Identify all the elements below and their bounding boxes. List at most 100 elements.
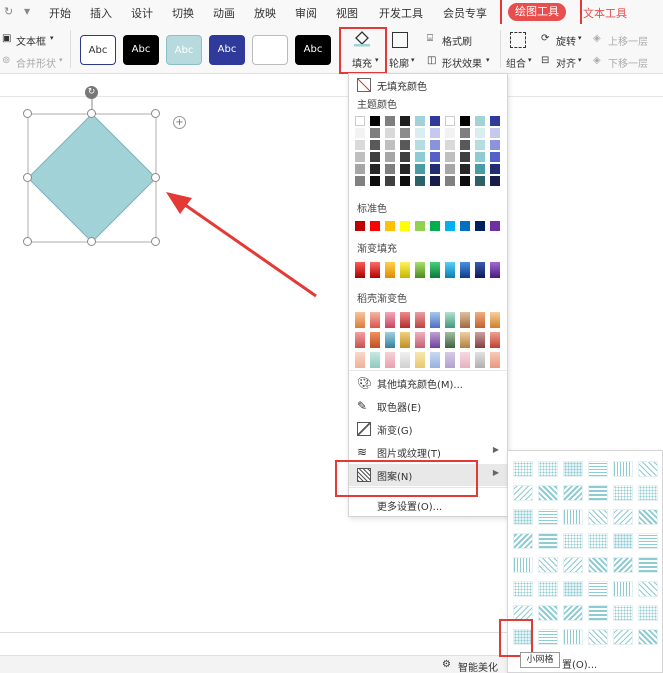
color-swatch[interactable] [385, 140, 395, 150]
add-shape-icon[interactable]: + [173, 116, 186, 129]
merge-shape-button[interactable]: 合并形状 [16, 55, 56, 70]
color-swatch[interactable] [385, 164, 395, 174]
color-swatch[interactable] [490, 164, 500, 174]
shell-gradient-swatch[interactable] [490, 352, 500, 368]
pattern-swatch[interactable] [513, 461, 533, 477]
color-swatch[interactable] [430, 116, 440, 126]
shell-gradient-swatch[interactable] [430, 312, 440, 328]
color-swatch[interactable] [385, 152, 395, 162]
pattern-swatch[interactable] [563, 581, 583, 597]
pattern-swatch[interactable] [638, 605, 658, 621]
resize-handle[interactable] [23, 173, 32, 182]
color-swatch[interactable] [355, 152, 365, 162]
color-swatch[interactable] [460, 140, 470, 150]
quick-access-dropdown-icon[interactable]: ▼ [24, 7, 30, 16]
color-swatch[interactable] [385, 116, 395, 126]
group-icon[interactable] [510, 32, 526, 48]
color-swatch[interactable] [370, 152, 380, 162]
resize-handle[interactable] [151, 109, 160, 118]
color-swatch[interactable] [415, 140, 425, 150]
menu-item-more-fill-colors[interactable]: 🎨︎ 其他填充颜色(M)... [349, 372, 507, 394]
color-swatch[interactable] [445, 116, 455, 126]
menu-item-no-fill[interactable]: 无填充颜色 [349, 74, 507, 96]
pattern-swatch[interactable] [638, 509, 658, 525]
pattern-swatch[interactable] [538, 509, 558, 525]
pattern-swatch[interactable] [588, 557, 608, 573]
color-swatch[interactable] [445, 221, 455, 231]
shell-gradient-swatch[interactable] [415, 352, 425, 368]
color-swatch[interactable] [475, 164, 485, 174]
color-swatch[interactable] [415, 176, 425, 186]
color-swatch[interactable] [475, 128, 485, 138]
gradient-swatch[interactable] [445, 262, 455, 278]
resize-handle[interactable] [151, 173, 160, 182]
gradient-swatch[interactable] [385, 262, 395, 278]
pattern-swatch[interactable] [538, 629, 558, 645]
menu-tab-developer[interactable]: 开发工具 [379, 5, 423, 21]
shape-style-swatch[interactable]: Abc [166, 35, 202, 65]
pattern-swatch[interactable] [513, 509, 533, 525]
gradient-swatch[interactable] [355, 262, 365, 278]
color-swatch[interactable] [490, 221, 500, 231]
menu-tab-review[interactable]: 审阅 [295, 5, 317, 21]
pattern-swatch[interactable] [613, 605, 633, 621]
menu-tab-design[interactable]: 设计 [131, 5, 153, 21]
align-dropdown-icon[interactable]: ▾ [578, 56, 582, 64]
color-swatch[interactable] [445, 128, 455, 138]
shell-gradient-swatch[interactable] [430, 352, 440, 368]
outline-icon[interactable] [392, 32, 408, 48]
pattern-swatch[interactable] [613, 461, 633, 477]
color-swatch[interactable] [445, 176, 455, 186]
shell-gradient-swatch[interactable] [400, 332, 410, 348]
pattern-swatch[interactable] [613, 557, 633, 573]
color-swatch[interactable] [415, 152, 425, 162]
resize-handle[interactable] [151, 237, 160, 246]
color-swatch[interactable] [355, 176, 365, 186]
color-swatch[interactable] [400, 116, 410, 126]
rotate-dropdown-icon[interactable]: ▾ [578, 34, 582, 42]
pattern-swatch[interactable] [613, 629, 633, 645]
menu-item-gradient[interactable]: 渐变(G) [349, 418, 507, 440]
color-swatch[interactable] [415, 116, 425, 126]
gradient-swatch[interactable] [370, 262, 380, 278]
shell-gradient-swatch[interactable] [445, 352, 455, 368]
shell-gradient-swatch[interactable] [355, 332, 365, 348]
pattern-swatch[interactable] [638, 557, 658, 573]
pattern-swatch[interactable] [638, 533, 658, 549]
shell-gradient-swatch[interactable] [400, 352, 410, 368]
rotate-handle-icon[interactable]: ↻ [85, 86, 98, 99]
color-swatch[interactable] [430, 128, 440, 138]
color-swatch[interactable] [460, 152, 470, 162]
pattern-swatch[interactable] [538, 557, 558, 573]
pattern-swatch[interactable] [588, 629, 608, 645]
pattern-swatch[interactable] [588, 581, 608, 597]
shape-effect-button[interactable]: 形状效果 [442, 55, 482, 70]
pattern-swatch[interactable] [588, 605, 608, 621]
shell-gradient-swatch[interactable] [385, 352, 395, 368]
shell-gradient-swatch[interactable] [460, 332, 470, 348]
group-dropdown-icon[interactable]: ▾ [528, 56, 532, 64]
pattern-swatch[interactable] [613, 485, 633, 501]
textbox-dropdown-icon[interactable]: ▾ [50, 34, 54, 42]
menu-item-eyedropper[interactable]: ✎ 取色器(E) [349, 395, 507, 417]
menu-tab-slideshow[interactable]: 放映 [254, 5, 276, 21]
gradient-swatch[interactable] [400, 262, 410, 278]
pattern-swatch[interactable] [563, 461, 583, 477]
shell-gradient-swatch[interactable] [355, 352, 365, 368]
shell-gradient-swatch[interactable] [475, 312, 485, 328]
color-swatch[interactable] [430, 152, 440, 162]
color-swatch[interactable] [490, 176, 500, 186]
format-painter-button[interactable]: 格式刷 [442, 33, 472, 48]
pattern-swatch[interactable] [638, 461, 658, 477]
shell-gradient-swatch[interactable] [370, 312, 380, 328]
gradient-swatch[interactable] [490, 262, 500, 278]
pattern-swatch[interactable] [588, 509, 608, 525]
shell-gradient-swatch[interactable] [460, 312, 470, 328]
shell-gradient-swatch[interactable] [430, 332, 440, 348]
resize-handle[interactable] [23, 109, 32, 118]
rotate-button[interactable]: 旋转 [556, 33, 576, 48]
color-swatch[interactable] [385, 221, 395, 231]
shell-gradient-swatch[interactable] [490, 332, 500, 348]
gradient-swatch[interactable] [460, 262, 470, 278]
send-backward-button[interactable]: 下移一层 [608, 55, 648, 70]
